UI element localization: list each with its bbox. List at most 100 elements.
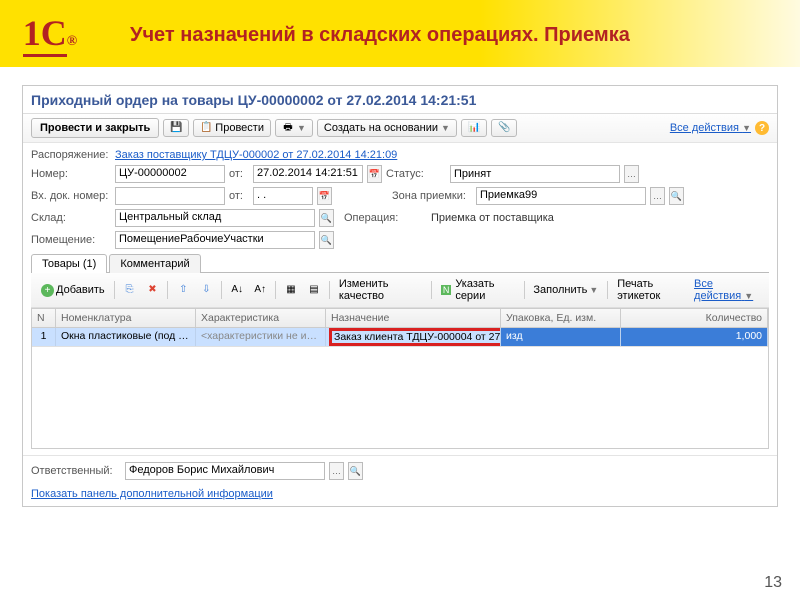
page-number: 13 — [764, 574, 782, 592]
table-row[interactable]: 1 Окна пластиковые (под за… <характерист… — [32, 328, 768, 347]
col-quantity[interactable]: Количество — [621, 309, 768, 327]
zone-open-button[interactable]: … — [650, 187, 665, 205]
separator — [167, 281, 168, 299]
chevron-down-icon: ▼ — [744, 291, 753, 301]
operation-value: Приемка от поставщика — [428, 211, 557, 225]
cell-assignment: Заказ клиента ТДЦУ-000004 от 27.02.20… — [326, 328, 501, 346]
warehouse-search-button[interactable]: 🔍 — [319, 209, 334, 227]
set-series-label: Указать серии — [455, 278, 514, 302]
cell-nomenclature: Окна пластиковые (под за… — [56, 328, 196, 346]
operation-label: Операция: — [344, 212, 424, 224]
set-series-button[interactable]: NУказать серии — [437, 277, 519, 303]
post-label: Провести — [215, 122, 264, 134]
copy-icon: ⎘ — [123, 284, 135, 296]
room-search-button[interactable]: 🔍 — [319, 231, 334, 249]
room-label: Помещение: — [31, 234, 111, 246]
all-actions-button[interactable]: Все действия ▼ — [670, 122, 751, 134]
tab-all-actions-label: Все действия — [694, 278, 741, 302]
move-up-button[interactable]: ⇧ — [173, 283, 193, 297]
arrow-down-icon: ⇩ — [200, 284, 212, 296]
help-icon[interactable]: ? — [755, 121, 769, 135]
add-row-button[interactable]: +Добавить — [37, 283, 109, 298]
move-down-button[interactable]: ⇩ — [196, 283, 216, 297]
ext-doc-input[interactable] — [115, 187, 225, 205]
copy-row-button[interactable]: ⎘ — [119, 283, 139, 297]
change-quality-button[interactable]: Изменить качество — [335, 277, 426, 303]
col-packaging[interactable]: Упаковка, Ед. изм. — [501, 309, 621, 327]
col-n[interactable]: N — [32, 309, 56, 327]
ext-doc-label: Вх. док. номер: — [31, 190, 111, 202]
separator — [221, 281, 222, 299]
logo-1c: 1С® — [23, 12, 77, 57]
all-actions-label: Все действия — [670, 122, 739, 134]
window-title: Приходный ордер на товары ЦУ-00000002 от… — [23, 86, 777, 114]
tab-goods[interactable]: Товары (1) — [31, 254, 107, 273]
chevron-down-icon: ▼ — [742, 123, 751, 133]
cell-packaging: изд — [501, 328, 621, 346]
warehouse-input[interactable]: Центральный склад — [115, 209, 315, 227]
zone-input[interactable]: Приемка99 — [476, 187, 646, 205]
print-labels-button[interactable]: Печать этикеток — [613, 277, 691, 303]
calendar-button[interactable]: 📅 — [367, 165, 382, 183]
status-value: Принят — [454, 168, 491, 180]
col-assignment[interactable]: Назначение — [326, 309, 501, 327]
tab-comment[interactable]: Комментарий — [109, 254, 200, 273]
report-button[interactable]: 📊 — [461, 119, 487, 137]
date-input[interactable]: 27.02.2014 14:21:51 — [253, 165, 363, 183]
ext-calendar-button[interactable]: 📅 — [317, 187, 332, 205]
save-button[interactable]: 💾 — [163, 119, 189, 137]
separator — [329, 281, 330, 299]
sort-desc-button[interactable]: A↑ — [250, 283, 270, 297]
room-input[interactable]: ПомещениеРабочиеУчастки — [115, 231, 315, 249]
ext-date-label: от: — [229, 190, 249, 202]
post-and-close-button[interactable]: Провести и закрыть — [31, 118, 159, 138]
responsible-input[interactable]: Федоров Борис Михайлович — [125, 462, 325, 480]
sort-asc-button[interactable]: A↓ — [227, 283, 247, 297]
col-nomenclature[interactable]: Номенклатура — [56, 309, 196, 327]
extra2-button[interactable]: ▤ — [304, 283, 324, 297]
series-badge-icon: N — [441, 285, 452, 295]
responsible-search-button[interactable]: 🔍 — [348, 462, 363, 480]
sort-asc-icon: A↓ — [231, 284, 243, 296]
slide-header: 1С® Учет назначений в складских операция… — [0, 0, 800, 67]
responsible-open-button[interactable]: … — [329, 462, 344, 480]
fill-label: Заполнить — [533, 284, 587, 296]
separator — [524, 281, 525, 299]
status-label: Статус: — [386, 168, 446, 180]
fill-button[interactable]: Заполнить ▼ — [529, 283, 602, 297]
chevron-down-icon: ▼ — [589, 285, 598, 295]
app-window: Приходный ордер на товары ЦУ-00000002 от… — [22, 85, 778, 507]
post-button[interactable]: 📋Провести — [193, 119, 271, 137]
status-select[interactable]: Принят — [450, 165, 620, 183]
add-label: Добавить — [56, 284, 105, 296]
create-based-on-button[interactable]: Создать на основании ▼ — [317, 119, 457, 137]
responsible-label: Ответственный: — [31, 465, 121, 477]
order-label: Распоряжение: — [31, 149, 111, 161]
goods-grid: N Номенклатура Характеристика Назначение… — [31, 308, 769, 449]
delete-row-button[interactable]: ✖ — [142, 283, 162, 297]
date-label: от: — [229, 168, 249, 180]
grid2-icon: ▤ — [308, 284, 320, 296]
extra1-button[interactable]: ▦ — [281, 283, 301, 297]
status-open-button[interactable]: … — [624, 165, 639, 183]
create-based-label: Создать на основании — [324, 122, 438, 134]
order-link[interactable]: Заказ поставщику ТДЦУ-000002 от 27.02.20… — [115, 149, 397, 161]
tab-all-actions-button[interactable]: Все действия ▼ — [694, 278, 763, 302]
assignment-highlight: Заказ клиента ТДЦУ-000004 от 27.02.20… — [329, 328, 501, 346]
slide-title: Учет назначений в складских операциях. П… — [130, 23, 630, 47]
number-input[interactable]: ЦУ-00000002 — [115, 165, 225, 183]
cell-quantity: 1,000 — [621, 328, 768, 346]
col-characteristic[interactable]: Характеристика — [196, 309, 326, 327]
cell-n: 1 — [32, 328, 56, 346]
print-button[interactable]: 🖶▼ — [275, 119, 313, 137]
separator — [607, 281, 608, 299]
logo-wrap: 1С® — [0, 12, 100, 57]
zone-search-button[interactable]: 🔍 — [669, 187, 684, 205]
attach-button[interactable]: 📎 — [491, 119, 517, 137]
show-info-panel-link[interactable]: Показать панель дополнительной информаци… — [31, 488, 273, 500]
assignment-text: Заказ клиента ТДЦУ-000004 от 27.02.20… — [334, 331, 501, 343]
report-icon: 📊 — [468, 122, 480, 134]
grid-body[interactable]: 1 Окна пластиковые (под за… <характерист… — [32, 328, 768, 448]
footer-row: Ответственный: Федоров Борис Михайлович … — [23, 455, 777, 486]
ext-date-input[interactable]: . . — [253, 187, 313, 205]
